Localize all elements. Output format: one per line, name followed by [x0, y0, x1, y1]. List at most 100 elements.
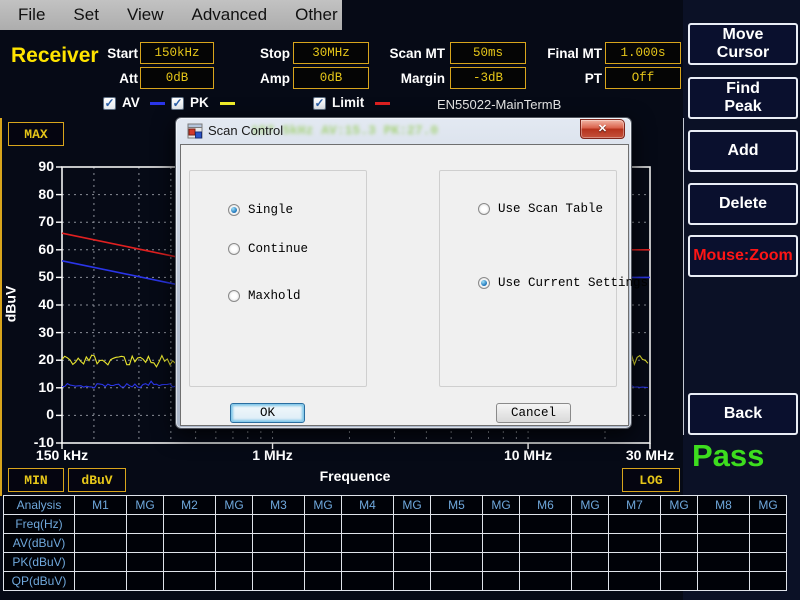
radio-icon[interactable]	[478, 277, 490, 289]
radio-label: Continue	[248, 242, 308, 256]
marker-cell	[431, 553, 483, 572]
table-header-mg-12: MG	[572, 496, 609, 515]
stop-field[interactable]: 30MHz	[293, 42, 369, 64]
marker-cell	[520, 515, 572, 534]
marker-cell	[698, 553, 750, 572]
radio-icon[interactable]	[228, 243, 240, 255]
table-header-m5-9: M5	[431, 496, 483, 515]
table-header-mg-6: MG	[305, 496, 342, 515]
dialog-window-icon	[187, 123, 203, 139]
y-tick-label: 10	[14, 379, 54, 395]
add-button[interactable]: Add	[688, 130, 798, 172]
cancel-button[interactable]: Cancel	[496, 403, 571, 423]
menu-item-file[interactable]: File	[4, 5, 59, 25]
row-label: Freq(Hz)	[4, 515, 75, 534]
marker-cell	[305, 515, 342, 534]
marker-cell	[253, 572, 305, 591]
y-tick-label: 80	[14, 186, 54, 202]
att-field[interactable]: 0dB	[140, 67, 214, 89]
marker-cell	[750, 515, 787, 534]
marker-cell	[164, 572, 216, 591]
delete-button[interactable]: Delete	[688, 183, 798, 225]
radio-scan-mode-maxhold[interactable]: Maxhold	[228, 289, 368, 303]
find-peak-button[interactable]: Find Peak	[688, 77, 798, 119]
table-header-m7-13: M7	[609, 496, 661, 515]
marker-cell	[342, 515, 394, 534]
marker-cell	[431, 572, 483, 591]
marker-cell	[216, 515, 253, 534]
marker-cell	[127, 553, 164, 572]
marker-cell	[253, 515, 305, 534]
marker-cell	[216, 572, 253, 591]
marker-cell	[483, 572, 520, 591]
start-field[interactable]: 150kHz	[140, 42, 214, 64]
marker-cell	[431, 534, 483, 553]
table-header-m1-1: M1	[75, 496, 127, 515]
settings-source-group: Use Scan Table Use Current Settings	[439, 170, 617, 387]
marker-cell	[342, 572, 394, 591]
radio-icon[interactable]	[478, 203, 490, 215]
table-header-m2-3: M2	[164, 496, 216, 515]
radio-scan-mode-continue[interactable]: Continue	[228, 242, 368, 256]
radio-settings-use-current-settings[interactable]: Use Current Settings	[478, 276, 618, 290]
marker-cell	[394, 534, 431, 553]
move-cursor-button[interactable]: Move Cursor	[688, 23, 798, 65]
menu-item-advanced[interactable]: Advanced	[177, 5, 281, 25]
marker-cell	[661, 515, 698, 534]
amp-label: Amp	[248, 71, 290, 86]
marker-cell	[698, 572, 750, 591]
amp-field[interactable]: 0dB	[293, 67, 369, 89]
table-header-m6-11: M6	[520, 496, 572, 515]
close-icon[interactable]: ✕	[580, 119, 625, 139]
mouse-zoom-button[interactable]: Mouse:Zoom	[688, 235, 798, 277]
margin-field[interactable]: -3dB	[450, 67, 526, 89]
menu-item-other[interactable]: Other	[281, 5, 352, 25]
marker-cell	[609, 553, 661, 572]
radio-icon[interactable]	[228, 204, 240, 216]
limit-checkbox[interactable]: ✓	[313, 97, 326, 110]
table-header-mg-4: MG	[216, 496, 253, 515]
radio-icon[interactable]	[228, 290, 240, 302]
marker-cell	[305, 572, 342, 591]
marker-cell	[661, 572, 698, 591]
marker-cell	[75, 572, 127, 591]
marker-cell	[483, 553, 520, 572]
pt-field[interactable]: Off	[605, 67, 681, 89]
marker-cell	[609, 572, 661, 591]
marker-cell	[520, 534, 572, 553]
scan-mt-label: Scan MT	[383, 46, 445, 61]
table-row: PK(dBuV)	[4, 553, 787, 572]
scan-mode-group: Single Continue Maxhold	[189, 170, 367, 387]
legend-row: ✓ AV ✓ PK ✓ Limit	[0, 95, 700, 111]
marker-cell	[253, 553, 305, 572]
menu-item-view[interactable]: View	[113, 5, 178, 25]
marker-cell	[75, 534, 127, 553]
stop-label: Stop	[248, 46, 290, 61]
pk-checkbox[interactable]: ✓	[171, 97, 184, 110]
marker-cell	[305, 534, 342, 553]
marker-cell	[216, 553, 253, 572]
x-tick-label: 30 MHz	[626, 447, 674, 463]
av-checkbox-label: AV	[122, 95, 140, 110]
radio-settings-use-scan-table[interactable]: Use Scan Table	[478, 202, 618, 216]
y-tick-label: 40	[14, 296, 54, 312]
pass-status: Pass	[692, 438, 764, 474]
marker-cell	[750, 553, 787, 572]
marker-cell	[253, 534, 305, 553]
marker-cell	[75, 515, 127, 534]
standard-name: EN55022-MainTermB	[437, 97, 561, 112]
av-checkbox[interactable]: ✓	[103, 97, 116, 110]
back-button[interactable]: Back	[688, 393, 798, 435]
row-label: PK(dBuV)	[4, 553, 75, 572]
marker-cell	[750, 534, 787, 553]
scan-mt-field[interactable]: 50ms	[450, 42, 526, 64]
ok-button[interactable]: OK	[230, 403, 305, 423]
final-mt-field[interactable]: 1.000s	[605, 42, 681, 64]
radio-scan-mode-single[interactable]: Single	[228, 203, 368, 217]
table-header-mg-2: MG	[127, 496, 164, 515]
table-header-m8-15: M8	[698, 496, 750, 515]
marker-cell	[127, 515, 164, 534]
radio-label: Single	[248, 203, 293, 217]
marker-cell	[661, 553, 698, 572]
menu-item-set[interactable]: Set	[59, 5, 113, 25]
